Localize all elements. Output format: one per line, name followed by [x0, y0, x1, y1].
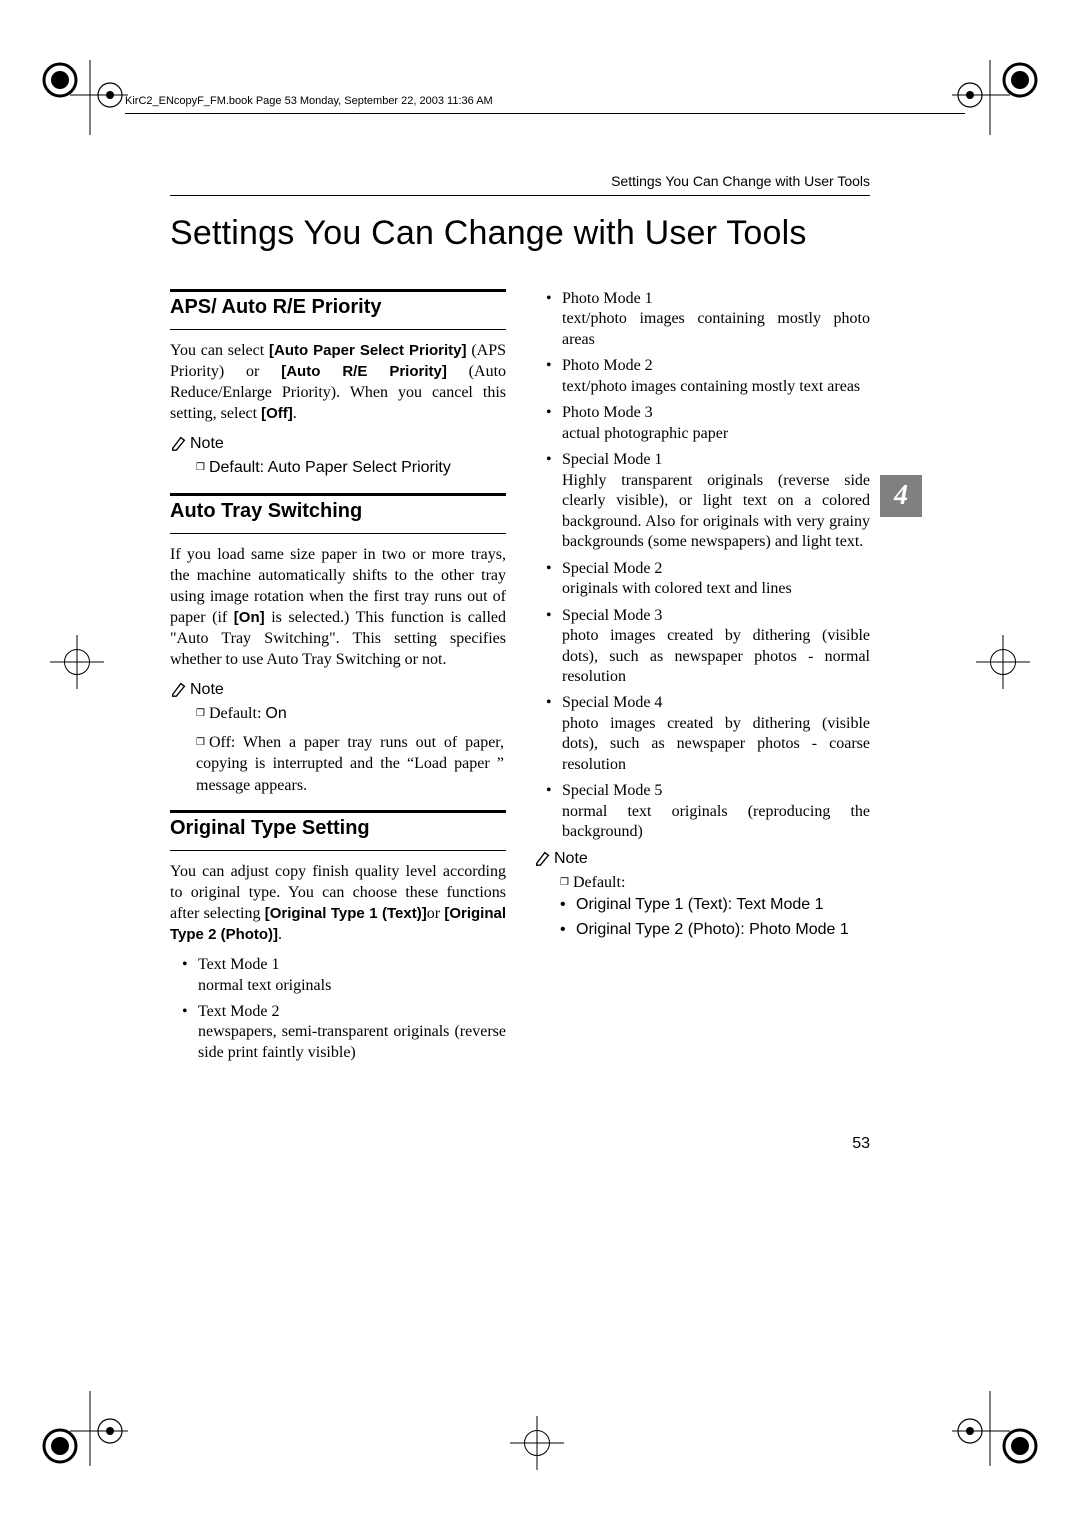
mode-item: Text Mode 1 normal text originals: [182, 955, 506, 996]
ui-label: [Auto R/E Priority]: [281, 363, 447, 380]
mode-desc: photo images created by dithering (visib…: [562, 715, 870, 773]
running-header-text: Settings You Can Change with User Tools: [611, 173, 870, 189]
mode-desc: Highly transparent originals (reverse si…: [562, 472, 870, 550]
rule: [170, 850, 506, 851]
content: Settings You Can Change with User Tools …: [170, 155, 870, 1069]
mode-desc: actual photographic paper: [562, 425, 728, 442]
mode-desc: photo images created by dithering (visib…: [562, 627, 870, 685]
mode-name: Special Mode 5: [562, 782, 662, 799]
column-right: Photo Mode 1 text/photo images containin…: [534, 289, 870, 1069]
ui-label: [Original Type 1 (Text)]: [265, 905, 427, 922]
print-area: KirC2_ENcopyF_FM.book Page 53 Monday, Se…: [170, 155, 870, 1069]
mode-item: Special Mode 4 photo images created by d…: [546, 693, 870, 775]
list-item: Original Type 1 (Text): Text Mode 1: [560, 895, 870, 916]
book-tag-text: KirC2_ENcopyF_FM.book Page 53 Monday, Se…: [125, 95, 493, 107]
mode-item: Special Mode 3 photo images created by d…: [546, 606, 870, 688]
text: .: [278, 926, 282, 943]
note-label: Note: [190, 435, 224, 452]
ats-body: If you load same size paper in two or mo…: [170, 544, 506, 671]
bullet-icon: ❒: [196, 708, 205, 719]
crop-mark-bl: [40, 1381, 130, 1471]
heading-ats: Auto Tray Switching: [170, 500, 506, 523]
mode-item: Photo Mode 3 actual photographic paper: [546, 403, 870, 444]
aps-note-body: ❒ Default: Auto Paper Select Priority: [196, 457, 506, 478]
mode-name: Text Mode 2: [198, 1003, 280, 1020]
rule: [170, 289, 506, 292]
column-left: APS/ Auto R/E Priority You can select [A…: [170, 289, 506, 1069]
columns: APS/ Auto R/E Priority You can select [A…: [170, 289, 870, 1069]
mode-item: Special Mode 5 normal text originals (re…: [546, 781, 870, 842]
crop-mark-tl: [40, 55, 130, 145]
section-tab: 4: [880, 475, 922, 517]
page: KirC2_ENcopyF_FM.book Page 53 Monday, Se…: [0, 0, 1080, 1526]
text: Default:: [209, 705, 265, 722]
register-mark-left: [60, 645, 94, 679]
text: Default:: [573, 874, 625, 891]
mode-desc: text/photo images containing mostly text…: [562, 378, 860, 395]
mode-item: Text Mode 2 newspapers, semi-transparent…: [182, 1002, 506, 1063]
ui-message: Load paper: [414, 755, 497, 772]
text: On: [265, 705, 286, 722]
ui-label: [On]: [234, 609, 265, 626]
rule: [170, 493, 506, 496]
pencil-icon: [170, 434, 188, 450]
running-header: Settings You Can Change with User Tools: [170, 155, 870, 196]
note-heading: Note: [170, 434, 506, 453]
note-heading: Note: [534, 849, 870, 868]
pencil-icon: [534, 849, 552, 865]
mode-item: Photo Mode 1 text/photo images containin…: [546, 289, 870, 350]
heading-aps: APS/ Auto R/E Priority: [170, 296, 506, 319]
text: .: [293, 405, 297, 422]
mode-desc: normal text originals: [198, 977, 331, 994]
mode-item: Photo Mode 2 text/photo images containin…: [546, 356, 870, 397]
heading-ots: Original Type Setting: [170, 817, 506, 840]
book-tag: KirC2_ENcopyF_FM.book Page 53 Monday, Se…: [125, 95, 493, 107]
crop-mark-tr: [950, 55, 1040, 145]
list-item: Original Type 2 (Photo): Photo Mode 1: [560, 920, 870, 941]
aps-body: You can select [Auto Paper Select Priori…: [170, 340, 506, 424]
bullet-icon: ❒: [560, 877, 569, 888]
text: You can select: [170, 342, 269, 359]
modes-right: Photo Mode 1 text/photo images containin…: [546, 289, 870, 843]
mode-name: Photo Mode 2: [562, 357, 653, 374]
mode-desc: newspapers, semi-transparent originals (…: [198, 1023, 506, 1060]
note-label: Note: [190, 681, 224, 698]
mode-item: Special Mode 2 originals with colored te…: [546, 559, 870, 600]
mode-name: Photo Mode 3: [562, 404, 653, 421]
mode-desc: text/photo images containing mostly phot…: [562, 310, 870, 347]
register-mark-bottom: [520, 1426, 554, 1460]
mode-desc: normal text originals (reproducing the b…: [562, 803, 870, 840]
register-mark-right: [986, 645, 1020, 679]
ui-label: [Auto Paper Select Priority]: [269, 342, 466, 359]
mode-name: Special Mode 2: [562, 560, 662, 577]
mode-name: Special Mode 3: [562, 607, 662, 624]
ots-default-list: Original Type 1 (Text): Text Mode 1 Orig…: [534, 895, 870, 941]
text: Default: Auto Paper Select Priority: [209, 459, 451, 476]
ui-label: [Off]: [261, 405, 293, 422]
pencil-icon: [170, 680, 188, 696]
ats-off: ❒Off: When a paper tray runs out of pape…: [196, 732, 506, 795]
ots-body: You can adjust copy finish quality level…: [170, 861, 506, 945]
mode-name: Special Mode 1: [562, 451, 662, 468]
mode-item: Special Mode 1 Highly transparent origin…: [546, 450, 870, 552]
rule: [170, 533, 506, 534]
note-heading: Note: [170, 680, 506, 699]
rule: [170, 329, 506, 330]
crop-mark-br: [950, 1381, 1040, 1471]
mode-name: Photo Mode 1: [562, 290, 653, 307]
rule: [170, 810, 506, 813]
book-tag-rule: [125, 113, 965, 114]
mode-desc: originals with colored text and lines: [562, 580, 792, 597]
ots-default: ❒ Default:: [560, 872, 870, 893]
text: or: [427, 905, 445, 922]
note-label: Note: [554, 850, 588, 867]
mode-name: Text Mode 1: [198, 956, 280, 973]
ats-default: ❒ Default: On: [196, 703, 506, 724]
bullet-icon: ❒: [196, 462, 205, 473]
page-number: 53: [852, 1135, 870, 1153]
bullet-icon: ❒: [196, 737, 205, 748]
chapter-title: Settings You Can Change with User Tools: [170, 214, 870, 253]
modes-left: Text Mode 1 normal text originals Text M…: [182, 955, 506, 1063]
mode-name: Special Mode 4: [562, 694, 662, 711]
